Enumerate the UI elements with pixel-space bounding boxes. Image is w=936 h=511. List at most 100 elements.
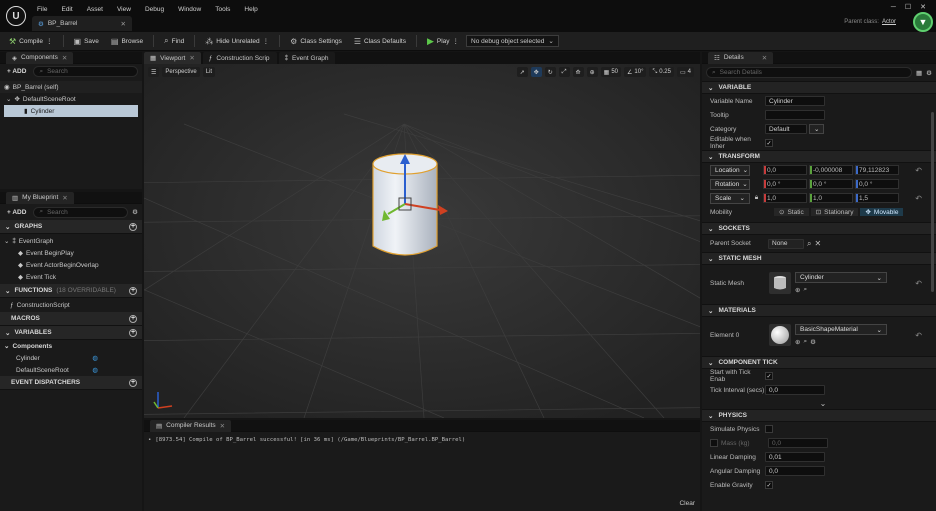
rotation-y-input[interactable]: 0,0 °: [809, 179, 853, 189]
coordinate-space-button[interactable]: ⊕: [586, 67, 598, 77]
compiler-results-tab[interactable]: ▤ Compiler Results ✕: [150, 419, 232, 432]
gear-icon[interactable]: ⚙: [132, 208, 138, 216]
event-tick[interactable]: ◆ Event Tick: [0, 271, 142, 283]
close-window-icon[interactable]: ✕: [920, 3, 926, 11]
details-tab[interactable]: ☷ Details ✕: [708, 52, 774, 64]
my-blueprint-tab[interactable]: ▥ My Blueprint ✕: [6, 191, 74, 204]
function-construction-script[interactable]: ƒ ConstructionScript: [0, 299, 142, 311]
sockets-section[interactable]: ⌄ SOCKETS: [702, 222, 936, 235]
graphs-section[interactable]: ⌄ GRAPHS +: [0, 220, 142, 234]
location-x-input[interactable]: 0,0: [763, 165, 807, 175]
find-button[interactable]: ⌕ Find: [159, 34, 189, 49]
add-variable-icon[interactable]: +: [129, 328, 137, 337]
scale-mode-dropdown[interactable]: Scale ⌄: [710, 192, 750, 204]
gear-icon[interactable]: ⚙: [926, 69, 932, 77]
location-mode-dropdown[interactable]: Location ⌄: [710, 164, 750, 176]
start-with-tick-enabled-checkbox[interactable]: ✓: [765, 372, 773, 380]
event-dispatchers-section[interactable]: EVENT DISPATCHERS +: [0, 376, 142, 390]
component-tick-section[interactable]: ⌄ COMPONENT TICK: [702, 356, 936, 369]
tab-viewport[interactable]: ▦ Viewport ✕: [144, 52, 201, 64]
camera-speed-button[interactable]: ▭ 4: [676, 67, 694, 77]
grid-snap-button[interactable]: ▦ 50: [600, 67, 622, 77]
mass-input[interactable]: 0,0: [768, 438, 828, 448]
variable-section[interactable]: ⌄ VARIABLE: [702, 81, 936, 94]
menu-window[interactable]: Window: [171, 6, 208, 13]
view-mode-button[interactable]: Lit: [202, 67, 216, 77]
rotation-x-input[interactable]: 0,0 °: [763, 179, 807, 189]
add-graph-icon[interactable]: +: [129, 222, 137, 231]
mobility-static-button[interactable]: ⊙ Static: [773, 207, 810, 217]
mobility-movable-button[interactable]: ✥ Movable: [859, 207, 905, 217]
tab-event-graph[interactable]: ⁑ Event Graph: [278, 52, 335, 64]
close-tab-icon[interactable]: ✕: [220, 422, 225, 430]
static-mesh-thumbnail[interactable]: [769, 272, 791, 294]
maximize-icon[interactable]: ☐: [905, 3, 911, 11]
event-begin-play[interactable]: ◆ Event BeginPlay: [0, 247, 142, 259]
material-options-icon[interactable]: ⚙: [810, 338, 816, 346]
details-scrollbar[interactable]: [931, 112, 934, 292]
category-dropdown[interactable]: ⌄: [809, 124, 825, 134]
reset-arrow-icon[interactable]: ↶: [915, 166, 922, 175]
compile-button[interactable]: ⚒ Compile ⋮: [4, 34, 58, 49]
browse-icon[interactable]: ⌕: [803, 338, 807, 346]
asset-tab[interactable]: ⚙ BP_Barrel ✕: [32, 16, 132, 31]
hide-unrelated-button[interactable]: ⁂ Hide Unrelated ⋮: [200, 34, 274, 49]
static-mesh-section[interactable]: ⌄ STATIC MESH: [702, 252, 936, 265]
clear-icon[interactable]: ✕: [814, 239, 821, 248]
reset-arrow-icon[interactable]: ↶: [915, 279, 922, 288]
unreal-logo-icon[interactable]: U: [6, 6, 26, 26]
details-search-input[interactable]: ⌕ Search Details: [706, 67, 913, 78]
event-actor-begin-overlap[interactable]: ◆ Event ActorBeginOverlap: [0, 259, 142, 271]
enable-gravity-checkbox[interactable]: ✓: [765, 481, 773, 489]
variable-default-scene-root[interactable]: DefaultSceneRoot ◍: [0, 364, 142, 376]
location-z-input[interactable]: 79,112823: [855, 165, 899, 175]
component-cylinder[interactable]: ▮ Cylinder: [4, 105, 138, 117]
add-component-button[interactable]: + ADD: [4, 66, 29, 77]
menu-help[interactable]: Help: [237, 6, 264, 13]
minimize-icon[interactable]: ─: [891, 4, 896, 11]
category-input[interactable]: Default: [765, 124, 807, 134]
select-mode-button[interactable]: ➚: [516, 67, 528, 77]
browse-button[interactable]: ▤ Browse: [106, 34, 148, 49]
component-default-scene-root[interactable]: ⌄ ✥ DefaultSceneRoot: [0, 93, 142, 105]
search-icon[interactable]: ⌕: [807, 239, 811, 249]
scale-x-input[interactable]: 1,0: [763, 193, 807, 203]
macros-section[interactable]: MACROS +: [0, 312, 142, 326]
variable-name-input[interactable]: Cylinder: [765, 96, 825, 106]
transform-gizmo[interactable]: [144, 64, 700, 418]
menu-tools[interactable]: Tools: [208, 6, 237, 13]
add-function-icon[interactable]: +: [129, 286, 137, 295]
menu-file[interactable]: File: [30, 6, 54, 13]
browse-icon[interactable]: ⌕: [803, 286, 807, 294]
parent-class-link[interactable]: Actor: [882, 19, 896, 25]
simulate-physics-checkbox[interactable]: [765, 425, 773, 433]
close-tab-icon[interactable]: ✕: [189, 54, 194, 62]
components-tab[interactable]: ◈ Components ✕: [6, 51, 74, 64]
debug-object-select[interactable]: No debug object selected ⌄: [466, 35, 559, 47]
angular-damping-input[interactable]: 0,0: [765, 466, 825, 476]
advanced-expander[interactable]: ⌄: [702, 397, 936, 409]
rotation-mode-dropdown[interactable]: Rotation ⌄: [710, 178, 750, 190]
rotation-z-input[interactable]: 0,0 °: [855, 179, 899, 189]
component-root[interactable]: ◉ BP_Barrel (self): [0, 81, 142, 93]
perspective-button[interactable]: Perspective: [162, 67, 200, 77]
functions-section[interactable]: ⌄ FUNCTIONS (18 OVERRIDABLE) +: [0, 284, 142, 298]
parent-socket-input[interactable]: None: [768, 238, 804, 249]
viewport[interactable]: ☰ Perspective Lit ➚ ✥ ↻ ⤢ ⟰ ⊕ ▦ 50 ∠ 10° ⤡…: [144, 64, 700, 418]
physics-section[interactable]: ⌄ PHYSICS: [702, 409, 936, 422]
menu-asset[interactable]: Asset: [80, 6, 110, 13]
play-options-icon[interactable]: ⋮: [453, 37, 460, 45]
graph-event-graph[interactable]: ⌄ ⁑ EventGraph: [0, 235, 142, 247]
compile-options-icon[interactable]: ⋮: [46, 37, 53, 45]
reset-arrow-icon[interactable]: ↶: [915, 331, 922, 340]
rotate-mode-button[interactable]: ↻: [544, 67, 556, 77]
close-tab-icon[interactable]: ✕: [121, 20, 126, 28]
add-member-button[interactable]: + ADD: [4, 207, 29, 218]
static-mesh-dropdown[interactable]: Cylinder ⌄: [795, 272, 887, 283]
components-search-input[interactable]: ⌕ Search: [33, 66, 138, 77]
reset-arrow-icon[interactable]: ↶: [915, 194, 922, 203]
material-thumbnail[interactable]: [769, 324, 791, 346]
my-blueprint-search-input[interactable]: ⌕ Search: [33, 206, 129, 218]
linear-damping-input[interactable]: 0,01: [765, 452, 825, 462]
property-matrix-icon[interactable]: ▦: [916, 69, 922, 77]
